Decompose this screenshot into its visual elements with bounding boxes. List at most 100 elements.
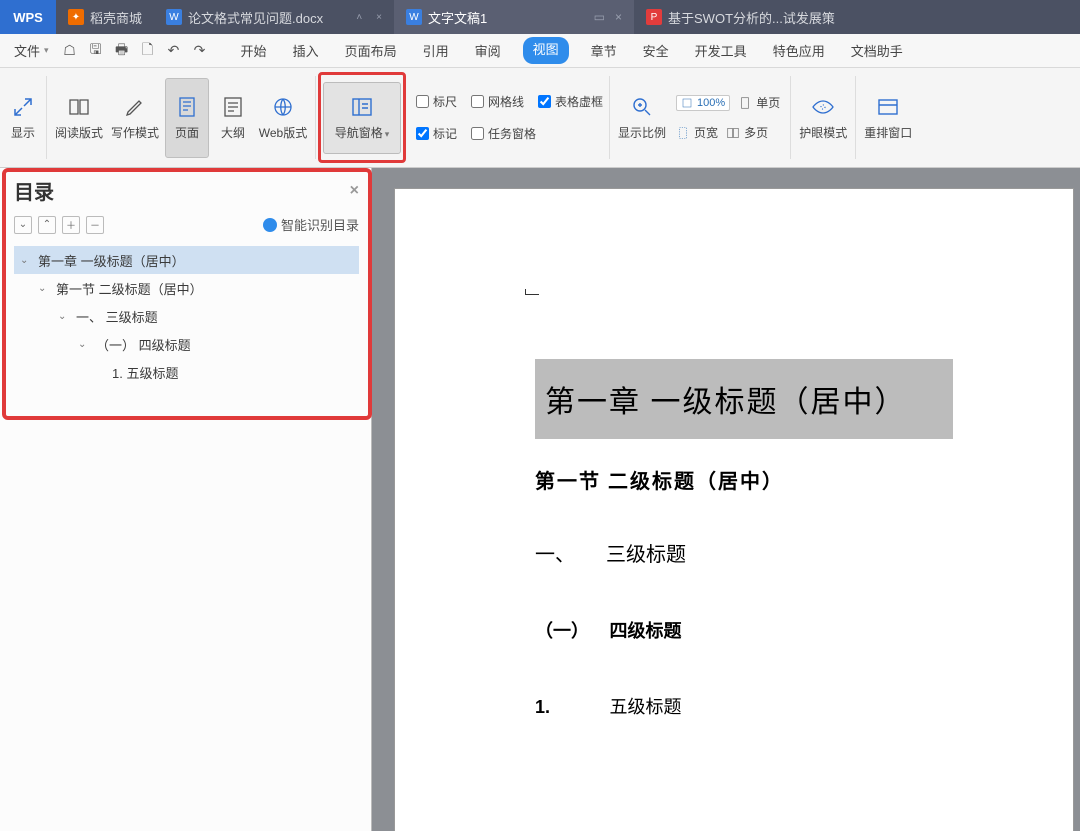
collapse-all-icon[interactable]: ⌄ bbox=[14, 216, 32, 234]
menu-tab-view[interactable]: 视图 bbox=[523, 37, 569, 64]
marks-label: 标记 bbox=[433, 125, 457, 142]
window-icon[interactable]: ▭ bbox=[594, 10, 605, 24]
tree-item[interactable]: ⌄一、 三级标题 bbox=[14, 302, 359, 330]
marks-checkbox[interactable]: 标记 bbox=[416, 123, 457, 145]
expand-all-icon[interactable]: ⌃ bbox=[38, 216, 56, 234]
outline-button[interactable]: 大纲 bbox=[213, 78, 253, 158]
zoom-value[interactable]: 100% bbox=[676, 95, 730, 111]
tree-item-label: 一、 三级标题 bbox=[76, 307, 158, 326]
menu-tab-insert[interactable]: 插入 bbox=[289, 37, 323, 64]
close-icon[interactable]: × bbox=[350, 182, 359, 200]
write-mode-button[interactable]: 写作模式 bbox=[109, 78, 161, 158]
tablevirt-checkbox[interactable]: 表格虚框 bbox=[538, 91, 603, 113]
file-menu[interactable]: 文件 bbox=[6, 37, 57, 64]
tree-item-label: 第一节 二级标题（居中） bbox=[56, 279, 203, 298]
save-icon[interactable]: 🖫 bbox=[85, 40, 107, 62]
menu-tab-chapter[interactable]: 章节 bbox=[587, 37, 621, 64]
remove-icon[interactable]: － bbox=[86, 216, 104, 234]
fullscreen-button[interactable]: 显示 bbox=[6, 78, 40, 158]
preview-icon[interactable]: 🗋 bbox=[137, 40, 159, 62]
outline-tree: ⌄ 第一章 一级标题（居中） ⌄ 第一节 二级标题（居中） ⌄一、 三级标题 ⌄（一… bbox=[14, 246, 359, 386]
web-label: Web版式 bbox=[259, 124, 307, 141]
menu-tab-reference[interactable]: 引用 bbox=[419, 37, 453, 64]
tablevirt-label: 表格虚框 bbox=[555, 93, 603, 110]
page-icon bbox=[173, 94, 201, 120]
fullscreen-label: 显示 bbox=[11, 124, 35, 141]
heading-4-text: 四级标题 bbox=[610, 617, 682, 643]
main-area: 目录 × ⌄ ⌃ ＋ － 智能识别目录 ⌄ 第一章 一级标题（居中） ⌄ 第一节 二… bbox=[0, 168, 1080, 831]
rearrange-label: 重排窗口 bbox=[864, 124, 912, 141]
tree-item[interactable]: ⌄（一） 四级标题 bbox=[14, 330, 359, 358]
nav-pane-button[interactable]: 导航窗格 bbox=[323, 82, 401, 154]
heading-3-text: 三级标题 bbox=[606, 538, 686, 567]
tree-item[interactable]: ⌄ 第一章 一级标题（居中） bbox=[14, 246, 359, 274]
ruler-label: 标尺 bbox=[433, 93, 457, 110]
zoom-ratio-button[interactable]: 显示比例 bbox=[616, 78, 668, 158]
undo-icon[interactable]: ↶ bbox=[163, 40, 185, 62]
heading-5[interactable]: 1. 五级标题 bbox=[535, 693, 953, 719]
page-view-button[interactable]: 页面 bbox=[165, 78, 209, 158]
heading-3-num: 一、 bbox=[535, 538, 601, 567]
menu-tab-devtools[interactable]: 开发工具 bbox=[691, 37, 751, 64]
document-page: 第一章 一级标题（居中） 第一节 二级标题（居中） 一、 三级标题 （一） 四级… bbox=[394, 188, 1074, 831]
ruler-checkbox[interactable]: 标尺 bbox=[416, 91, 457, 113]
chevron-down-icon: ⌄ bbox=[38, 283, 50, 294]
tree-item-label: 第一章 一级标题（居中） bbox=[38, 251, 185, 270]
smart-detect-button[interactable]: 智能识别目录 bbox=[263, 215, 359, 234]
page-width-button[interactable]: 页宽 bbox=[676, 122, 718, 144]
tree-item-label: 1. 五级标题 bbox=[112, 363, 178, 382]
write-mode-label: 写作模式 bbox=[111, 124, 159, 141]
navpane-title: 目录 bbox=[14, 176, 54, 205]
nav-pane-highlight: 导航窗格 bbox=[318, 72, 406, 163]
tab-store[interactable]: ✦ 稻壳商城 bbox=[56, 0, 154, 34]
open-icon[interactable]: ☖ bbox=[59, 40, 81, 62]
tree-item[interactable]: ⌄ 第一节 二级标题（居中） bbox=[14, 274, 359, 302]
chevron-down-icon: ⌄ bbox=[20, 255, 32, 266]
rearrange-button[interactable]: 重排窗口 bbox=[862, 78, 914, 158]
taskpane-label: 任务窗格 bbox=[488, 125, 536, 142]
tab-label: 文字文稿1 bbox=[428, 8, 487, 27]
tab-label: 稻壳商城 bbox=[90, 8, 142, 27]
print-icon[interactable]: 🖶 bbox=[111, 40, 133, 62]
add-icon[interactable]: ＋ bbox=[62, 216, 80, 234]
heading-4[interactable]: （一） 四级标题 bbox=[535, 617, 953, 643]
tab-doc2[interactable]: W 文字文稿1 ▭ × bbox=[394, 0, 634, 34]
fullscreen-icon bbox=[9, 94, 37, 120]
fire-icon: ✦ bbox=[68, 9, 84, 25]
pdf-icon: P bbox=[646, 9, 662, 25]
menu-tab-layout[interactable]: 页面布局 bbox=[341, 37, 401, 64]
eye-protect-label: 护眼模式 bbox=[799, 124, 847, 141]
menu-tab-review[interactable]: 审阅 bbox=[471, 37, 505, 64]
menu-tab-assistant[interactable]: 文档助手 bbox=[847, 37, 907, 64]
tree-item[interactable]: 1. 五级标题 bbox=[14, 358, 359, 386]
menu-tab-start[interactable]: 开始 bbox=[237, 37, 271, 64]
menu-tab-security[interactable]: 安全 bbox=[639, 37, 673, 64]
close-icon[interactable]: × bbox=[376, 12, 382, 23]
single-page-button[interactable]: 单页 bbox=[738, 92, 780, 114]
document-canvas[interactable]: 第一章 一级标题（居中） 第一节 二级标题（居中） 一、 三级标题 （一） 四级… bbox=[372, 168, 1080, 831]
window-tabbar: WPS ✦ 稻壳商城 W 论文格式常见问题.docx ˄ × W 文字文稿1 ▭… bbox=[0, 0, 1080, 34]
gridlines-checkbox[interactable]: 网格线 bbox=[471, 91, 524, 113]
taskpane-checkbox[interactable]: 任务窗格 bbox=[471, 123, 536, 145]
word-icon: W bbox=[166, 9, 182, 25]
heading-3[interactable]: 一、 三级标题 bbox=[535, 538, 953, 567]
tab-doc3[interactable]: P 基于SWOT分析的...试发展策 bbox=[634, 0, 847, 34]
tab-doc1[interactable]: W 论文格式常见问题.docx ˄ × bbox=[154, 0, 394, 34]
heading-2[interactable]: 第一节 二级标题（居中） bbox=[535, 465, 953, 494]
menu-tab-special[interactable]: 特色应用 bbox=[769, 37, 829, 64]
read-mode-button[interactable]: 阅读版式 bbox=[53, 78, 105, 158]
multi-page-button[interactable]: 多页 bbox=[726, 122, 768, 144]
heading-1[interactable]: 第一章 一级标题（居中） bbox=[535, 359, 953, 439]
chevron-up-icon[interactable]: ˄ bbox=[356, 12, 362, 23]
tab-label: 论文格式常见问题.docx bbox=[188, 8, 323, 27]
redo-icon[interactable]: ↷ bbox=[189, 40, 211, 62]
eye-protect-button[interactable]: 护眼模式 bbox=[797, 78, 849, 158]
layout-icon bbox=[874, 94, 902, 120]
eye-icon bbox=[809, 94, 837, 120]
magnifier-icon bbox=[628, 94, 656, 120]
heading-5-text: 五级标题 bbox=[610, 693, 682, 719]
ribbon-view: 显示 阅读版式 写作模式 页面 大纲 Web版式 导航窗格 bbox=[0, 68, 1080, 168]
web-view-button[interactable]: Web版式 bbox=[257, 78, 309, 158]
close-icon[interactable]: × bbox=[615, 10, 622, 24]
tab-wps[interactable]: WPS bbox=[0, 0, 56, 34]
